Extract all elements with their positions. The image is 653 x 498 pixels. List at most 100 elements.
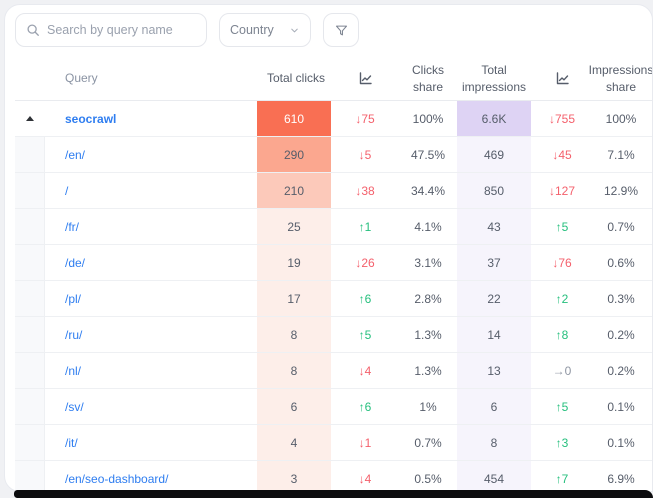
query-link[interactable]: /sv/: [45, 389, 257, 424]
line-chart-icon: [358, 71, 373, 86]
impressions-share-value: 0.1%: [593, 425, 649, 460]
query-link[interactable]: /: [45, 173, 257, 208]
row-expander-cell[interactable]: [15, 245, 45, 280]
table-row[interactable]: /pl/ 17 ↑6 2.8% 22 ↑2 0.3%: [15, 281, 653, 317]
impressions-trend-value: ↑8: [531, 317, 593, 352]
impressions-share-value: 0.1%: [593, 389, 649, 424]
row-expander-cell[interactable]: [15, 173, 45, 208]
chevron-down-icon: [289, 25, 300, 36]
collapse-triangle-icon[interactable]: [26, 116, 34, 121]
toolbar: Country: [15, 13, 652, 47]
table-row[interactable]: /en/seo-dashboard/ 3 ↓4 0.5% 454 ↑7 6.9%: [15, 461, 653, 492]
queries-panel: Country Query Total clicks: [4, 4, 653, 492]
total-clicks-value: 3: [257, 461, 331, 492]
query-link[interactable]: /nl/: [45, 353, 257, 388]
queries-table: Query Total clicks Clicks share Total im…: [15, 57, 653, 492]
table-header: Query Total clicks Clicks share Total im…: [15, 57, 653, 101]
total-impressions-value: 14: [457, 317, 531, 352]
total-clicks-value: 290: [257, 137, 331, 172]
impressions-share-value: 0.2%: [593, 317, 649, 352]
total-clicks-value: 8: [257, 353, 331, 388]
impressions-share-value: 0.6%: [593, 245, 649, 280]
table-row[interactable]: seocrawl 610 ↓75 100% 6.6K ↓755 100%: [15, 101, 653, 137]
table-row[interactable]: /en/ 290 ↓5 47.5% 469 ↓45 7.1%: [15, 137, 653, 173]
clicks-trend-value: ↑6: [331, 281, 399, 316]
query-link[interactable]: /en/: [45, 137, 257, 172]
table-row[interactable]: /de/ 19 ↓26 3.1% 37 ↓76 0.6%: [15, 245, 653, 281]
total-clicks-value: 8: [257, 317, 331, 352]
total-impressions-value: 8: [457, 425, 531, 460]
query-link[interactable]: /de/: [45, 245, 257, 280]
impressions-trend-value: ↑5: [531, 389, 593, 424]
total-impressions-value: 22: [457, 281, 531, 316]
clicks-share-value: 0.5%: [399, 461, 457, 492]
total-impressions-value: 37: [457, 245, 531, 280]
table-row[interactable]: /it/ 4 ↓1 0.7% 8 ↑3 0.1%: [15, 425, 653, 461]
impressions-share-value: 6.9%: [593, 461, 649, 492]
search-icon: [26, 23, 40, 37]
total-impressions-value: 6.6K: [457, 101, 531, 136]
clicks-trend-value: ↑1: [331, 209, 399, 244]
table-row[interactable]: /fr/ 25 ↑1 4.1% 43 ↑5 0.7%: [15, 209, 653, 245]
impressions-share-value: 0.3%: [593, 281, 649, 316]
clicks-share-value: 1%: [399, 389, 457, 424]
total-impressions-value: 469: [457, 137, 531, 172]
column-header-total-clicks[interactable]: Total clicks: [257, 70, 331, 86]
query-link[interactable]: seocrawl: [45, 101, 257, 136]
total-impressions-value: 43: [457, 209, 531, 244]
query-link[interactable]: /en/seo-dashboard/: [45, 461, 257, 492]
total-clicks-value: 4: [257, 425, 331, 460]
impressions-trend-value: →0: [531, 353, 593, 388]
impressions-trend-value: ↓127: [531, 173, 593, 208]
search-input[interactable]: [47, 23, 196, 37]
clicks-trend-value: ↓4: [331, 353, 399, 388]
column-header-query[interactable]: Query: [45, 70, 257, 86]
total-clicks-value: 17: [257, 281, 331, 316]
row-expander-cell[interactable]: [15, 101, 45, 136]
impressions-share-value: 12.9%: [593, 173, 649, 208]
row-expander-cell[interactable]: [15, 425, 45, 460]
query-link[interactable]: /fr/: [45, 209, 257, 244]
clicks-share-value: 3.1%: [399, 245, 457, 280]
clicks-trend-value: ↓38: [331, 173, 399, 208]
column-header-clicks-trend[interactable]: [331, 71, 399, 86]
row-expander-cell[interactable]: [15, 461, 45, 492]
query-link[interactable]: /pl/: [45, 281, 257, 316]
search-box[interactable]: [15, 13, 207, 47]
clicks-share-value: 1.3%: [399, 317, 457, 352]
table-row[interactable]: /nl/ 8 ↓4 1.3% 13 →0 0.2%: [15, 353, 653, 389]
column-header-impressions-share[interactable]: Impressions share: [593, 62, 649, 94]
funnel-icon: [334, 23, 349, 38]
total-impressions-value: 454: [457, 461, 531, 492]
table-row[interactable]: / 210 ↓38 34.4% 850 ↓127 12.9%: [15, 173, 653, 209]
clicks-trend-value: ↓1: [331, 425, 399, 460]
country-select-label: Country: [230, 23, 274, 37]
total-clicks-value: 210: [257, 173, 331, 208]
impressions-trend-value: ↓755: [531, 101, 593, 136]
impressions-trend-value: ↓45: [531, 137, 593, 172]
impressions-share-value: 0.2%: [593, 353, 649, 388]
row-expander-cell[interactable]: [15, 209, 45, 244]
row-expander-cell[interactable]: [15, 389, 45, 424]
impressions-trend-value: ↑5: [531, 209, 593, 244]
query-link[interactable]: /ru/: [45, 317, 257, 352]
total-clicks-value: 610: [257, 101, 331, 136]
row-expander-cell[interactable]: [15, 317, 45, 352]
total-clicks-value: 25: [257, 209, 331, 244]
table-row[interactable]: /sv/ 6 ↑6 1% 6 ↑5 0.1%: [15, 389, 653, 425]
clicks-trend-value: ↓5: [331, 137, 399, 172]
filter-button[interactable]: [323, 13, 359, 47]
row-expander-cell[interactable]: [15, 281, 45, 316]
column-header-impressions-trend[interactable]: [531, 71, 593, 86]
country-select[interactable]: Country: [219, 13, 311, 47]
clicks-share-value: 47.5%: [399, 137, 457, 172]
table-row[interactable]: /ru/ 8 ↑5 1.3% 14 ↑8 0.2%: [15, 317, 653, 353]
row-expander-cell[interactable]: [15, 137, 45, 172]
clicks-trend-value: ↓26: [331, 245, 399, 280]
column-header-total-impressions[interactable]: Total impressions: [457, 62, 531, 94]
column-header-clicks-share[interactable]: Clicks share: [399, 62, 457, 94]
clicks-trend-value: ↑5: [331, 317, 399, 352]
query-link[interactable]: /it/: [45, 425, 257, 460]
impressions-trend-value: ↑3: [531, 425, 593, 460]
row-expander-cell[interactable]: [15, 353, 45, 388]
